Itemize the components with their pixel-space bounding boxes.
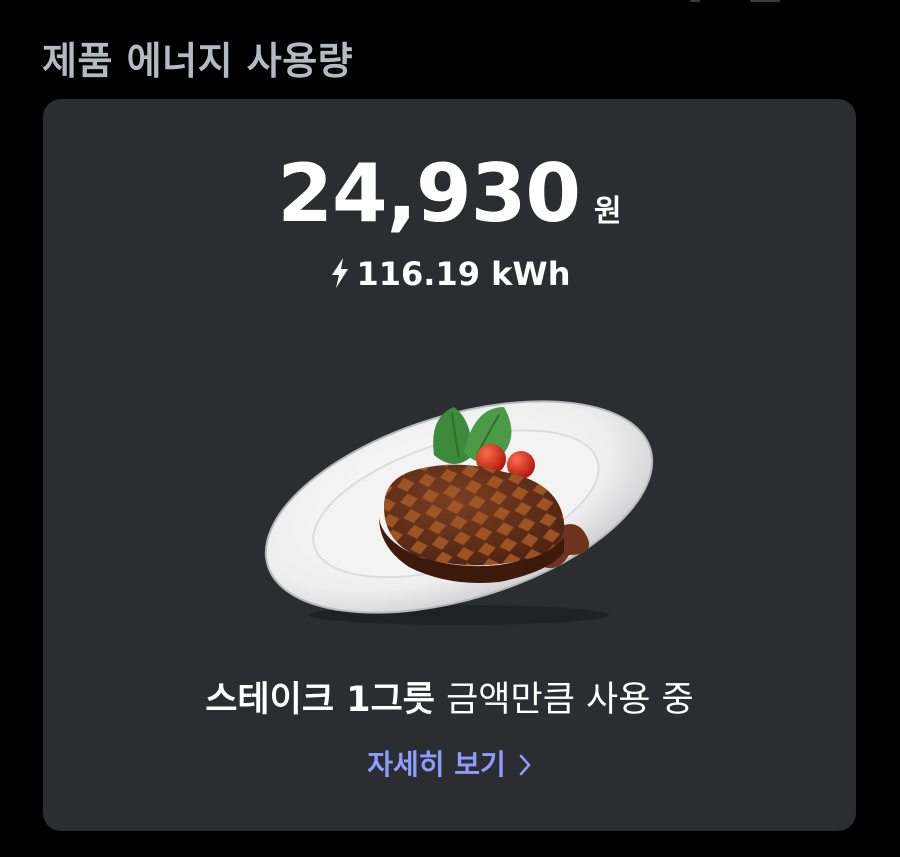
lightning-bolt-icon bbox=[331, 258, 348, 288]
comparison-caption: 스테이크 1그릇 금액만큼 사용 중 bbox=[43, 671, 856, 722]
cost-unit: 원 bbox=[594, 194, 622, 229]
top-edge-remnant bbox=[690, 0, 780, 2]
view-details-label: 자세히 보기 bbox=[367, 748, 506, 781]
comparison-suffix: 금액만큼 사용 중 bbox=[434, 680, 694, 720]
cost-amount: 24,930 bbox=[277, 147, 581, 240]
energy-value: 116.19 kWh bbox=[356, 255, 571, 293]
cost-row: 24,930 원 bbox=[43, 147, 856, 240]
steak-plate-illustration bbox=[264, 400, 654, 625]
energy-usage-card[interactable]: 24,930 원 116.19 kWh 스테이크 1그릇 금액만큼 사용 중 자… bbox=[43, 99, 856, 831]
energy-row: 116.19 kWh bbox=[43, 255, 856, 293]
comparison-item: 스테이크 1그릇 bbox=[205, 680, 435, 720]
section-title: 제품 에너지 사용량 bbox=[42, 39, 354, 83]
chevron-right-icon bbox=[519, 754, 531, 776]
view-details-link[interactable]: 자세히 보기 bbox=[43, 743, 856, 783]
